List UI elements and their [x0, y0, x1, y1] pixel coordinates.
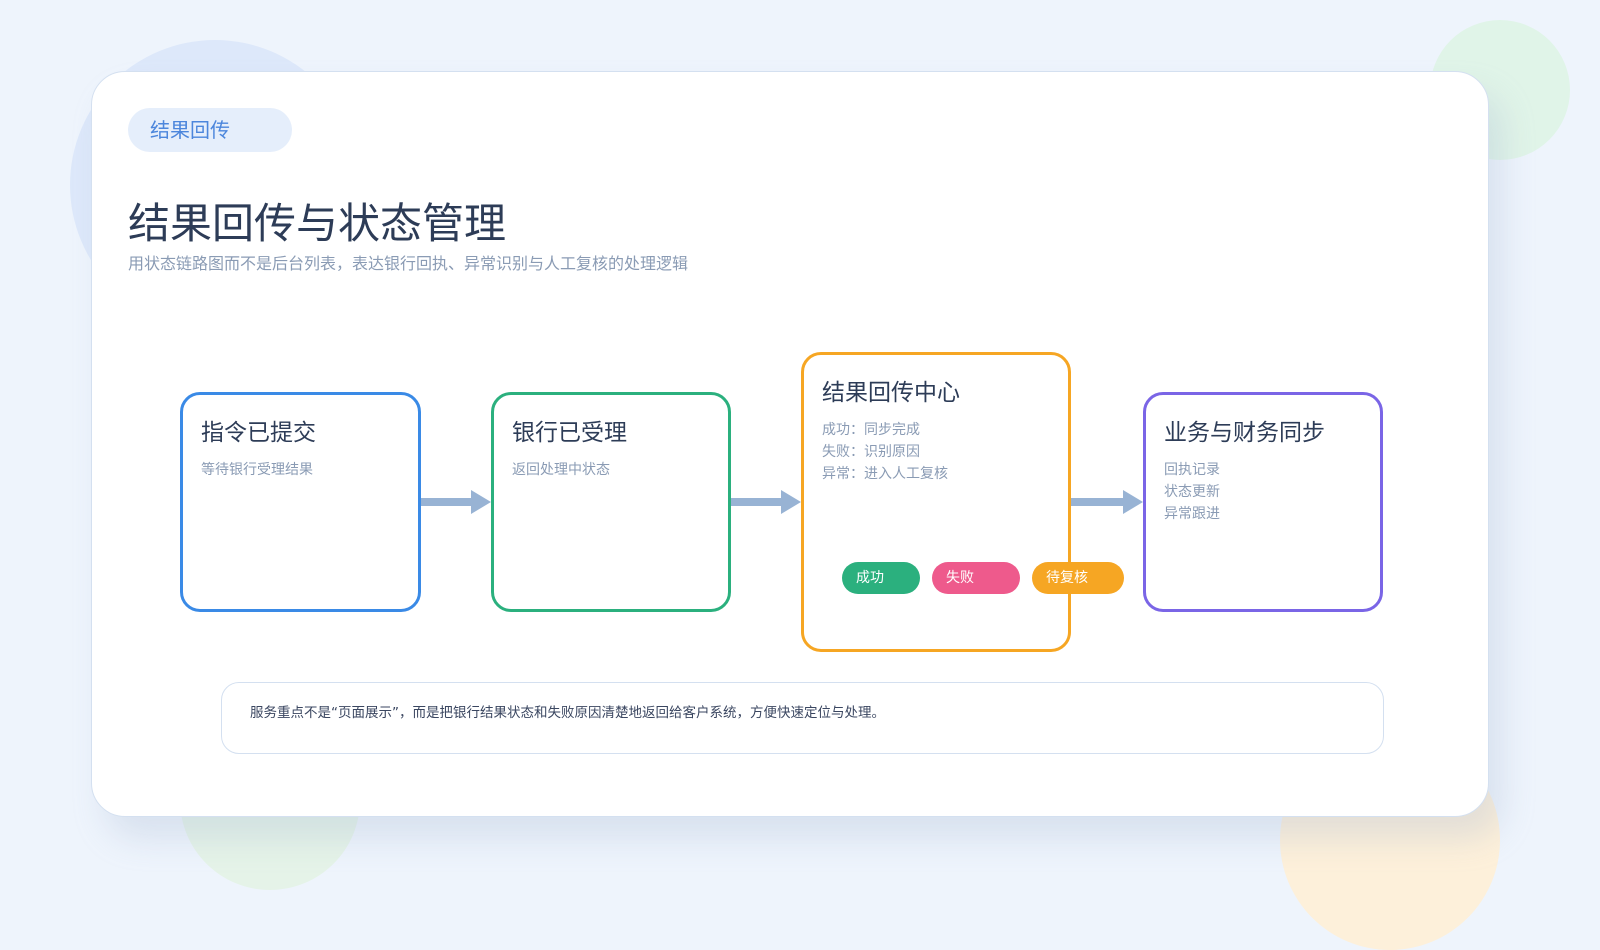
node-detail-fail: 失败：识别原因: [822, 444, 920, 460]
flow-node-result-center: 结果回传中心 成功：同步完成 失败：识别原因 异常：进入人工复核: [801, 352, 1071, 652]
node-title: 银行已受理: [512, 420, 627, 446]
node-detail: 回执记录: [1164, 462, 1220, 478]
arrow-shaft: [421, 498, 473, 506]
node-detail-success: 成功：同步完成: [822, 422, 920, 438]
node-title: 指令已提交: [201, 420, 316, 446]
node-title: 业务与财务同步: [1164, 420, 1325, 446]
node-detail: 状态更新: [1164, 484, 1220, 500]
flow-arrow-1: [421, 490, 491, 514]
flow-node-accepted: 银行已受理 返回处理中状态: [491, 392, 731, 612]
page-title: 结果回传与状态管理: [128, 199, 507, 248]
arrow-head: [1123, 490, 1143, 514]
arrow-head: [781, 490, 801, 514]
flow-node-submitted: 指令已提交 等待银行受理结果: [180, 392, 421, 612]
node-detail: 等待银行受理结果: [201, 462, 313, 478]
node-detail: 异常跟进: [1164, 506, 1220, 522]
flow-arrow-3: [1071, 490, 1143, 514]
summary-note: 服务重点不是“页面展示”，而是把银行结果状态和失败原因清楚地返回给客户系统，方便…: [221, 682, 1384, 754]
page-subtitle: 用状态链路图而不是后台列表，表达银行回执、异常识别与人工复核的处理逻辑: [128, 254, 689, 273]
arrow-head: [471, 490, 491, 514]
flow-arrow-2: [731, 490, 801, 514]
status-badge-fail: 失败: [932, 562, 1020, 594]
arrow-shaft: [731, 498, 783, 506]
status-badge-success: 成功: [842, 562, 920, 594]
section-tag: 结果回传: [128, 108, 292, 152]
flow-node-sync: 业务与财务同步 回执记录 状态更新 异常跟进: [1143, 392, 1383, 612]
node-title: 结果回传中心: [822, 380, 960, 406]
arrow-shaft: [1071, 498, 1125, 506]
status-badge-review: 待复核: [1032, 562, 1124, 594]
node-detail-exception: 异常：进入人工复核: [822, 466, 948, 482]
node-detail: 返回处理中状态: [512, 462, 610, 478]
